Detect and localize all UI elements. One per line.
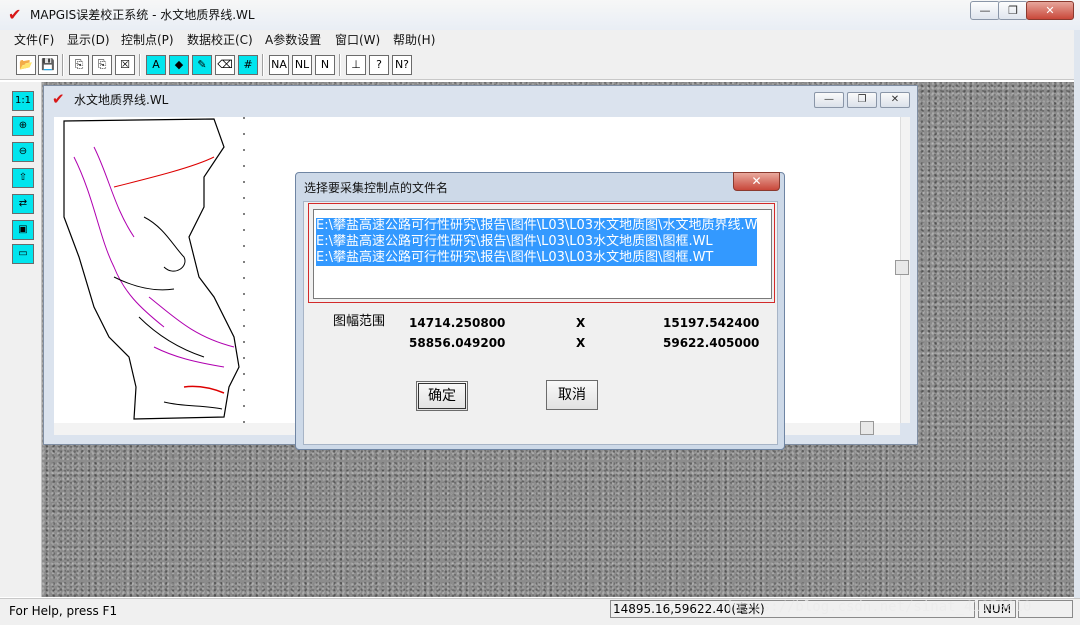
file-list-item[interactable]: E:\攀盐高速公路可行性研究\报告\图件\L03\L03水文地质图\图框.WL bbox=[316, 234, 757, 250]
y-min-value: 58856.049200 bbox=[409, 336, 506, 350]
context-help-icon[interactable]: N? bbox=[392, 55, 412, 75]
child-close-button[interactable]: ✕ bbox=[880, 92, 910, 108]
map-line bbox=[93, 146, 135, 238]
na-icon[interactable]: NA bbox=[269, 55, 289, 75]
child-restore-button[interactable]: ❐ bbox=[847, 92, 877, 108]
open-file-icon[interactable]: 📂 bbox=[16, 55, 36, 75]
add-point-icon[interactable]: A bbox=[146, 55, 166, 75]
edit-point-icon[interactable]: ✎ bbox=[192, 55, 212, 75]
zoom-1to1-icon[interactable]: 1:1 bbox=[12, 91, 34, 111]
map-line bbox=[113, 276, 175, 291]
menu-file[interactable]: 文件(F) bbox=[14, 32, 54, 48]
eraser-icon[interactable]: ▭ bbox=[12, 244, 34, 264]
toolbar-separator bbox=[339, 54, 341, 76]
nl-icon[interactable]: NL bbox=[292, 55, 312, 75]
map-line bbox=[73, 156, 165, 328]
pan-icon[interactable]: ⇄ bbox=[12, 194, 34, 214]
copy-icon[interactable]: ⎘ bbox=[69, 55, 89, 75]
toolbar-separator bbox=[139, 54, 141, 76]
file-list-item[interactable]: E:\攀盐高速公路可行性研究\报告\图件\L03\L03水文地质图\图框.WT bbox=[316, 250, 757, 266]
y-separator: X bbox=[576, 336, 586, 350]
menu-window[interactable]: 窗口(W) bbox=[335, 32, 380, 48]
ok-button[interactable]: 确定 bbox=[416, 381, 468, 411]
child-check-icon: ✔ bbox=[52, 90, 65, 108]
close-button[interactable]: ✕ bbox=[1026, 1, 1074, 20]
menu-data-correction[interactable]: 数据校正(C) bbox=[187, 32, 253, 48]
refresh-icon[interactable]: ▣ bbox=[12, 220, 34, 240]
menu-control-points[interactable]: 控制点(P) bbox=[121, 32, 174, 48]
window-right-border bbox=[1074, 30, 1080, 600]
toolbar-separator bbox=[262, 54, 264, 76]
zoom-out-icon[interactable]: ⊖ bbox=[12, 142, 34, 162]
map-line bbox=[113, 156, 215, 188]
app-title: MAPGIS误差校正系统 - 水文地质界线.WL bbox=[30, 8, 255, 22]
watermark: https://blog.csdn.net/sinat_41159810 bbox=[728, 599, 1032, 615]
move-up-icon[interactable]: ⇧ bbox=[12, 168, 34, 188]
map-line bbox=[183, 385, 225, 394]
app-check-icon: ✔ bbox=[8, 5, 22, 24]
dialog-close-button[interactable]: ✕ bbox=[733, 172, 780, 191]
menu-help[interactable]: 帮助(H) bbox=[393, 32, 435, 48]
child-minimize-button[interactable]: — bbox=[814, 92, 844, 108]
y-max-value: 59622.405000 bbox=[663, 336, 760, 350]
help-icon[interactable]: ? bbox=[369, 55, 389, 75]
x-min-value: 14714.250800 bbox=[409, 316, 506, 330]
x-max-value: 15197.542400 bbox=[663, 316, 760, 330]
menu-display[interactable]: 显示(D) bbox=[67, 32, 110, 48]
minimize-button[interactable]: — bbox=[970, 1, 1000, 20]
erase-point-icon[interactable]: ⌫ bbox=[215, 55, 235, 75]
menu-a-params[interactable]: A参数设置 bbox=[265, 32, 321, 48]
range-label: 图幅范围 bbox=[333, 314, 386, 329]
file-list[interactable]: E:\攀盐高速公路可行性研究\报告\图件\L03\L03水文地质图\水文地质界线… bbox=[313, 209, 772, 299]
paste-icon[interactable]: ⎘ bbox=[92, 55, 112, 75]
map-line bbox=[143, 216, 186, 272]
save-icon[interactable]: 💾 bbox=[38, 55, 58, 75]
cancel-button[interactable]: 取消 bbox=[546, 380, 598, 410]
zoom-in-icon[interactable]: ⊕ bbox=[12, 116, 34, 136]
horizontal-scroll-thumb[interactable] bbox=[860, 421, 874, 435]
select-point-icon[interactable]: ◆ bbox=[169, 55, 189, 75]
n-icon[interactable]: N bbox=[315, 55, 335, 75]
map-line bbox=[163, 401, 223, 410]
axis-icon[interactable]: ⊥ bbox=[346, 55, 366, 75]
select-file-dialog: 选择要采集控制点的文件名 ✕ E:\攀盐高速公路可行性研究\报告\图件\L03\… bbox=[295, 172, 785, 450]
map-line bbox=[153, 346, 225, 368]
grid-icon[interactable]: # bbox=[238, 55, 258, 75]
map-line bbox=[138, 316, 205, 358]
child-window-title: 水文地质界线.WL bbox=[74, 93, 169, 107]
x-separator: X bbox=[576, 316, 586, 330]
dialog-title: 选择要采集控制点的文件名 bbox=[304, 181, 449, 195]
restore-button[interactable]: ❐ bbox=[998, 1, 1028, 20]
toolbar-separator bbox=[62, 54, 64, 76]
delete-icon[interactable]: ☒ bbox=[115, 55, 135, 75]
map-outline bbox=[63, 118, 240, 420]
status-help-text: For Help, press F1 bbox=[9, 604, 118, 618]
file-list-item[interactable]: E:\攀盐高速公路可行性研究\报告\图件\L03\L03水文地质图\水文地质界线… bbox=[316, 218, 757, 234]
map-line bbox=[148, 296, 235, 348]
vertical-scroll-thumb[interactable] bbox=[895, 260, 909, 275]
